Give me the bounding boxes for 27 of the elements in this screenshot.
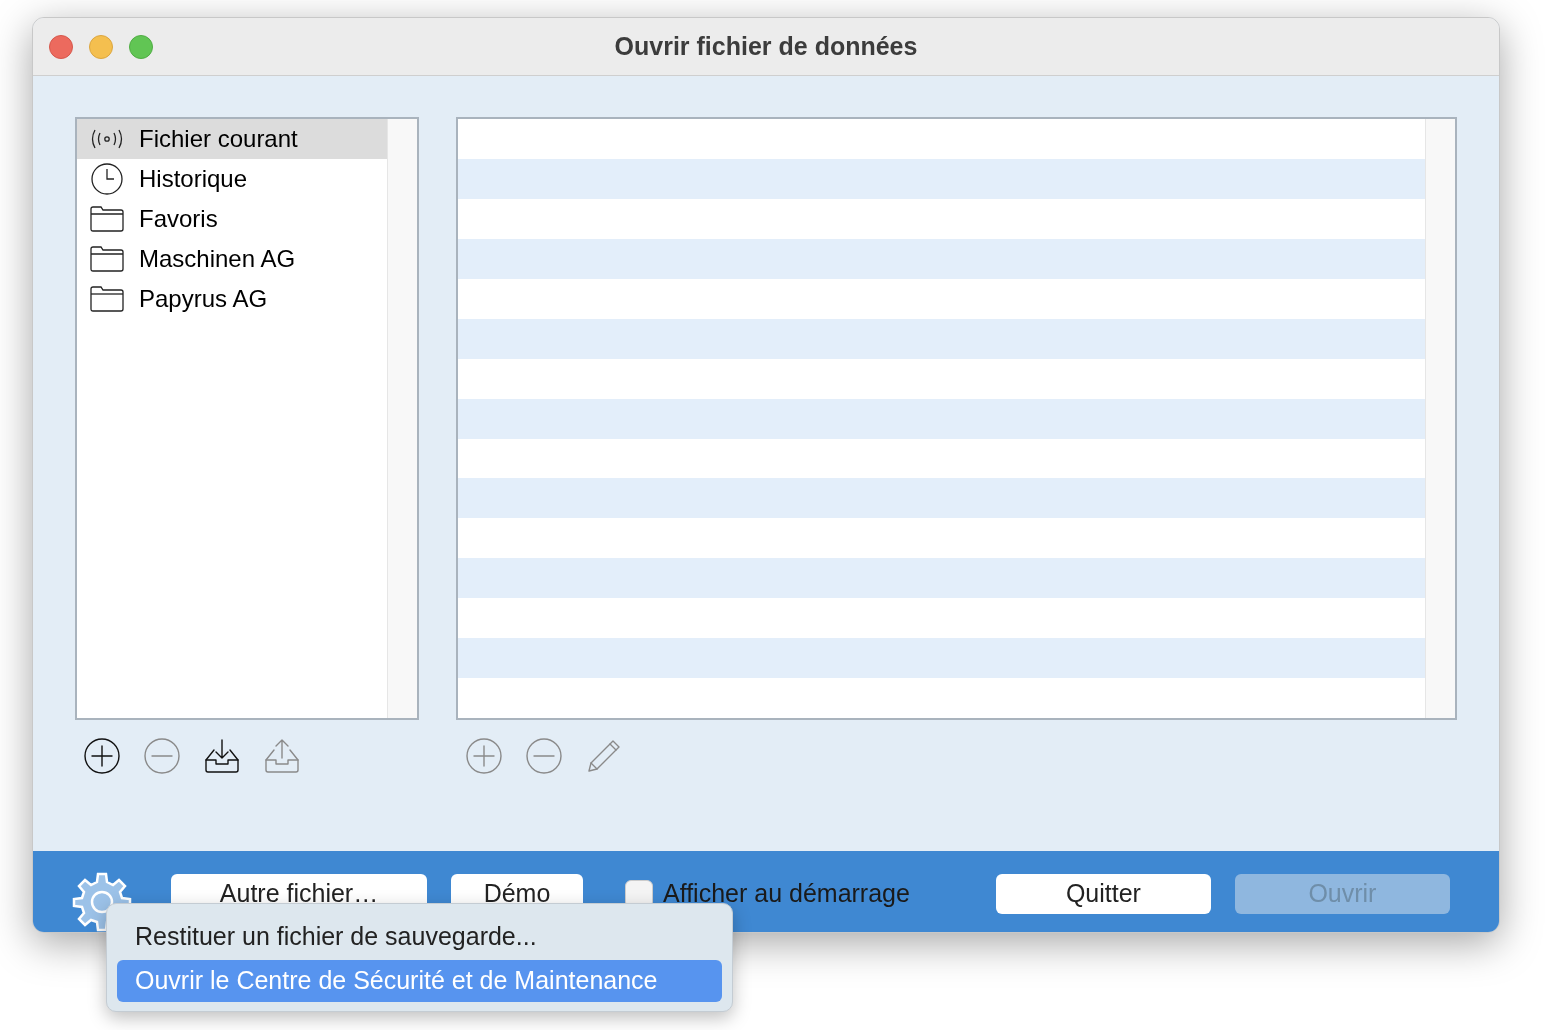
menu-item[interactable]: Restituer un fichier de sauvegarde...	[117, 916, 722, 958]
sidebar-item[interactable]: Fichier courant	[77, 119, 387, 159]
sidebar-label: Papyrus AG	[139, 284, 268, 314]
folder-icon	[90, 206, 124, 232]
tray-download-button[interactable]	[203, 737, 241, 775]
folder-icon	[90, 246, 124, 272]
pencil-icon	[586, 738, 622, 774]
plus-circle-icon	[466, 738, 502, 774]
window-title: Ouvrir fichier de données	[614, 30, 918, 62]
quit-button[interactable]: Quitter	[995, 873, 1211, 914]
folder-icon	[90, 286, 124, 312]
plus-circle-icon	[84, 738, 120, 774]
minus-circle-icon	[144, 738, 180, 774]
plus-circle-button[interactable]	[83, 737, 121, 775]
minimize-button[interactable]	[89, 34, 113, 59]
sidebar-label: Favoris	[139, 204, 218, 234]
clock-icon	[90, 163, 124, 195]
checkbox-label: Afficher au démarrage	[663, 877, 910, 909]
sidebar-label: Maschinen AG	[139, 244, 296, 274]
tray-upload-icon	[264, 738, 300, 774]
zoom-button[interactable]	[129, 34, 153, 59]
sidebar-label: Fichier courant	[139, 124, 298, 154]
close-button[interactable]	[49, 34, 73, 59]
sidebar-label: Historique	[139, 164, 248, 194]
tray-download-icon	[204, 738, 240, 774]
broadcast-icon	[89, 127, 125, 151]
minus-circle-icon	[526, 738, 562, 774]
